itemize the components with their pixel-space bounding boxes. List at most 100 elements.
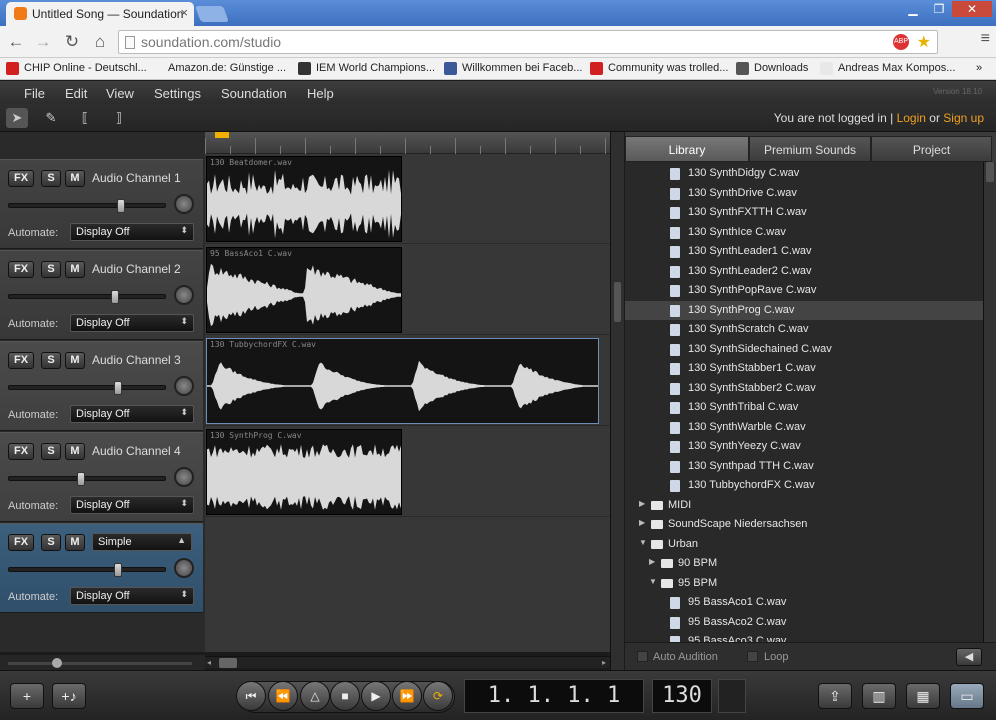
volume-thumb[interactable] [111,290,119,304]
midi-button[interactable]: ▥ [862,683,896,709]
metronome-icon[interactable]: △ [300,681,330,711]
adblock-extension-icon[interactable]: ABP [893,34,909,50]
library-file[interactable]: 130 SynthPopRave C.wav [625,281,983,300]
minimize-icon[interactable]: ▁ [900,1,926,17]
channel-strip[interactable]: FX S M Audio Channel 2 Automate: Display Off ⬍ [0,250,203,340]
solo-button[interactable]: S [41,352,61,369]
collapse-arrow-icon[interactable]: ▼ [639,538,647,547]
tab-close-icon[interactable]: × [180,5,188,20]
menu-file[interactable]: File [24,86,45,101]
playhead-marker[interactable] [215,132,229,138]
channel-strip[interactable]: FX S M Audio Channel 1 Automate: Display Off ⬍ [0,159,203,249]
automate-select[interactable]: Display Off ⬍ [70,587,194,605]
library-file[interactable]: 130 SynthDidgy C.wav [625,164,983,183]
rewind-icon[interactable]: ⏪ [268,681,298,711]
bookmarks-overflow-icon[interactable]: » [976,62,982,74]
reload-icon[interactable]: ↻ [62,32,82,52]
expand-arrow-icon[interactable]: ▶ [649,557,655,566]
volume-thumb[interactable] [77,472,85,486]
channel-name[interactable]: Audio Channel 4 [92,444,181,458]
audio-clip[interactable]: 130 TubbychordFX C.wav [206,338,599,424]
bookmark-star-icon[interactable]: ★ [917,32,931,52]
library-file[interactable]: 95 BassAco3 C.wav [625,632,983,642]
volume-slider[interactable] [8,199,166,213]
fx-button[interactable]: FX [8,534,34,551]
audio-clip[interactable]: 130 SynthProg C.wav [206,429,402,515]
volume-thumb[interactable] [114,381,122,395]
menu-soundation[interactable]: Soundation [221,86,287,101]
browser-tab[interactable]: Untitled Song — Soundation × [6,2,194,26]
library-file-tree[interactable]: 130 SynthDidgy C.wav 130 SynthDrive C.wav… [625,162,983,642]
horizontal-scrollbar[interactable]: ◂ ▸ [205,656,610,668]
loop-checkbox[interactable] [747,651,758,662]
stop-icon[interactable]: ■ [330,681,360,711]
trim-tool-icon[interactable]: ⟧ [108,108,130,128]
automate-select[interactable]: Display Off ⬍ [70,405,194,423]
library-folder[interactable]: ▶ MIDI [625,496,983,515]
channel-name[interactable]: Audio Channel 2 [92,262,181,276]
channel-name[interactable]: Audio Channel 1 [92,171,181,185]
library-folder[interactable]: ▶ SoundScape Niedersachsen [625,515,983,534]
library-file[interactable]: 130 SynthScratch C.wav [625,320,983,339]
pan-knob[interactable] [174,467,194,487]
menu-help[interactable]: Help [307,86,334,101]
library-file[interactable]: 130 SynthStabber2 C.wav [625,379,983,398]
pointer-tool-icon[interactable]: ➤ [6,108,28,128]
loop-toggle-icon[interactable]: ⟳ [423,681,453,711]
window-close-icon[interactable]: ✕ [952,1,992,17]
bookmark-item[interactable]: Andreas Max Kompos... [820,62,955,75]
library-file[interactable]: 130 SynthFXTTH C.wav [625,203,983,222]
pan-knob[interactable] [174,558,194,578]
solo-button[interactable]: S [41,261,61,278]
export-button[interactable]: ⇪ [818,683,852,709]
library-file[interactable]: 130 SynthYeezy C.wav [625,437,983,456]
library-file[interactable]: 130 SynthSidechained C.wav [625,340,983,359]
automate-select[interactable]: Display Off ⬍ [70,314,194,332]
automate-select[interactable]: Display Off ⬍ [70,223,194,241]
fast-forward-icon[interactable]: ⏩ [392,681,422,711]
volume-slider[interactable] [8,472,166,486]
instrument-select[interactable]: Simple ▲ [92,533,192,551]
tempo-display[interactable]: 130 [652,679,712,713]
pencil-tool-icon[interactable]: ✎ [40,108,62,128]
expand-arrow-icon[interactable]: ▶ [639,518,645,527]
mute-button[interactable]: M [65,534,85,551]
add-channel-button[interactable]: + [10,683,44,709]
login-link[interactable]: Login [897,111,926,125]
library-file[interactable]: 130 SynthProg C.wav [625,300,983,320]
timeline-ruler[interactable] [205,132,610,154]
fx-button[interactable]: FX [8,261,34,278]
menu-view[interactable]: View [106,86,134,101]
library-file[interactable]: 130 SynthLeader2 C.wav [625,262,983,281]
audio-clip[interactable]: 130 Beatdomer.wav [206,156,402,242]
library-folder[interactable]: ▼ 95 BPM [625,574,983,593]
audio-clip[interactable]: 95 BassAco1 C.wav [206,247,402,333]
track-lane[interactable]: 130 Beatdomer.wav [205,154,610,244]
library-file[interactable]: 95 BassAco1 C.wav [625,593,983,612]
library-file[interactable]: 130 SynthWarble C.wav [625,418,983,437]
play-icon[interactable]: ▶ [361,681,391,711]
track-lane[interactable]: 95 BassAco1 C.wav [205,245,610,335]
automate-select[interactable]: Display Off ⬍ [70,496,194,514]
preview-volume-icon[interactable]: ◀ [956,648,982,666]
volume-slider[interactable] [8,381,166,395]
volume-thumb[interactable] [117,199,125,213]
library-file[interactable]: 130 SynthTribal C.wav [625,398,983,417]
bookmark-item[interactable]: CHIP Online - Deutschl... [6,62,147,75]
pan-knob[interactable] [174,285,194,305]
track-lane[interactable]: 130 TubbychordFX C.wav [205,336,610,426]
arrangement-area[interactable]: 130 Beatdomer.wav 95 BassAco1 C.wav 130 Tu… [205,132,610,652]
library-file[interactable]: 130 Synthpad TTH C.wav [625,457,983,476]
vertical-scrollbar[interactable] [610,132,624,670]
add-instrument-button[interactable]: +♪ [52,683,86,709]
menu-settings[interactable]: Settings [154,86,201,101]
collapse-arrow-icon[interactable]: ▼ [649,577,657,586]
fx-button[interactable]: FX [8,170,34,187]
library-file[interactable]: 130 SynthStabber1 C.wav [625,359,983,378]
mute-button[interactable]: M [65,443,85,460]
volume-thumb[interactable] [114,563,122,577]
channel-strip[interactable]: FX S M Simple ▲ Automate: Display Off ⬍ [0,523,203,613]
maximize-icon[interactable]: ❐ [926,1,952,17]
solo-button[interactable]: S [41,443,61,460]
chrome-menu-icon[interactable]: ≡ [981,30,990,48]
